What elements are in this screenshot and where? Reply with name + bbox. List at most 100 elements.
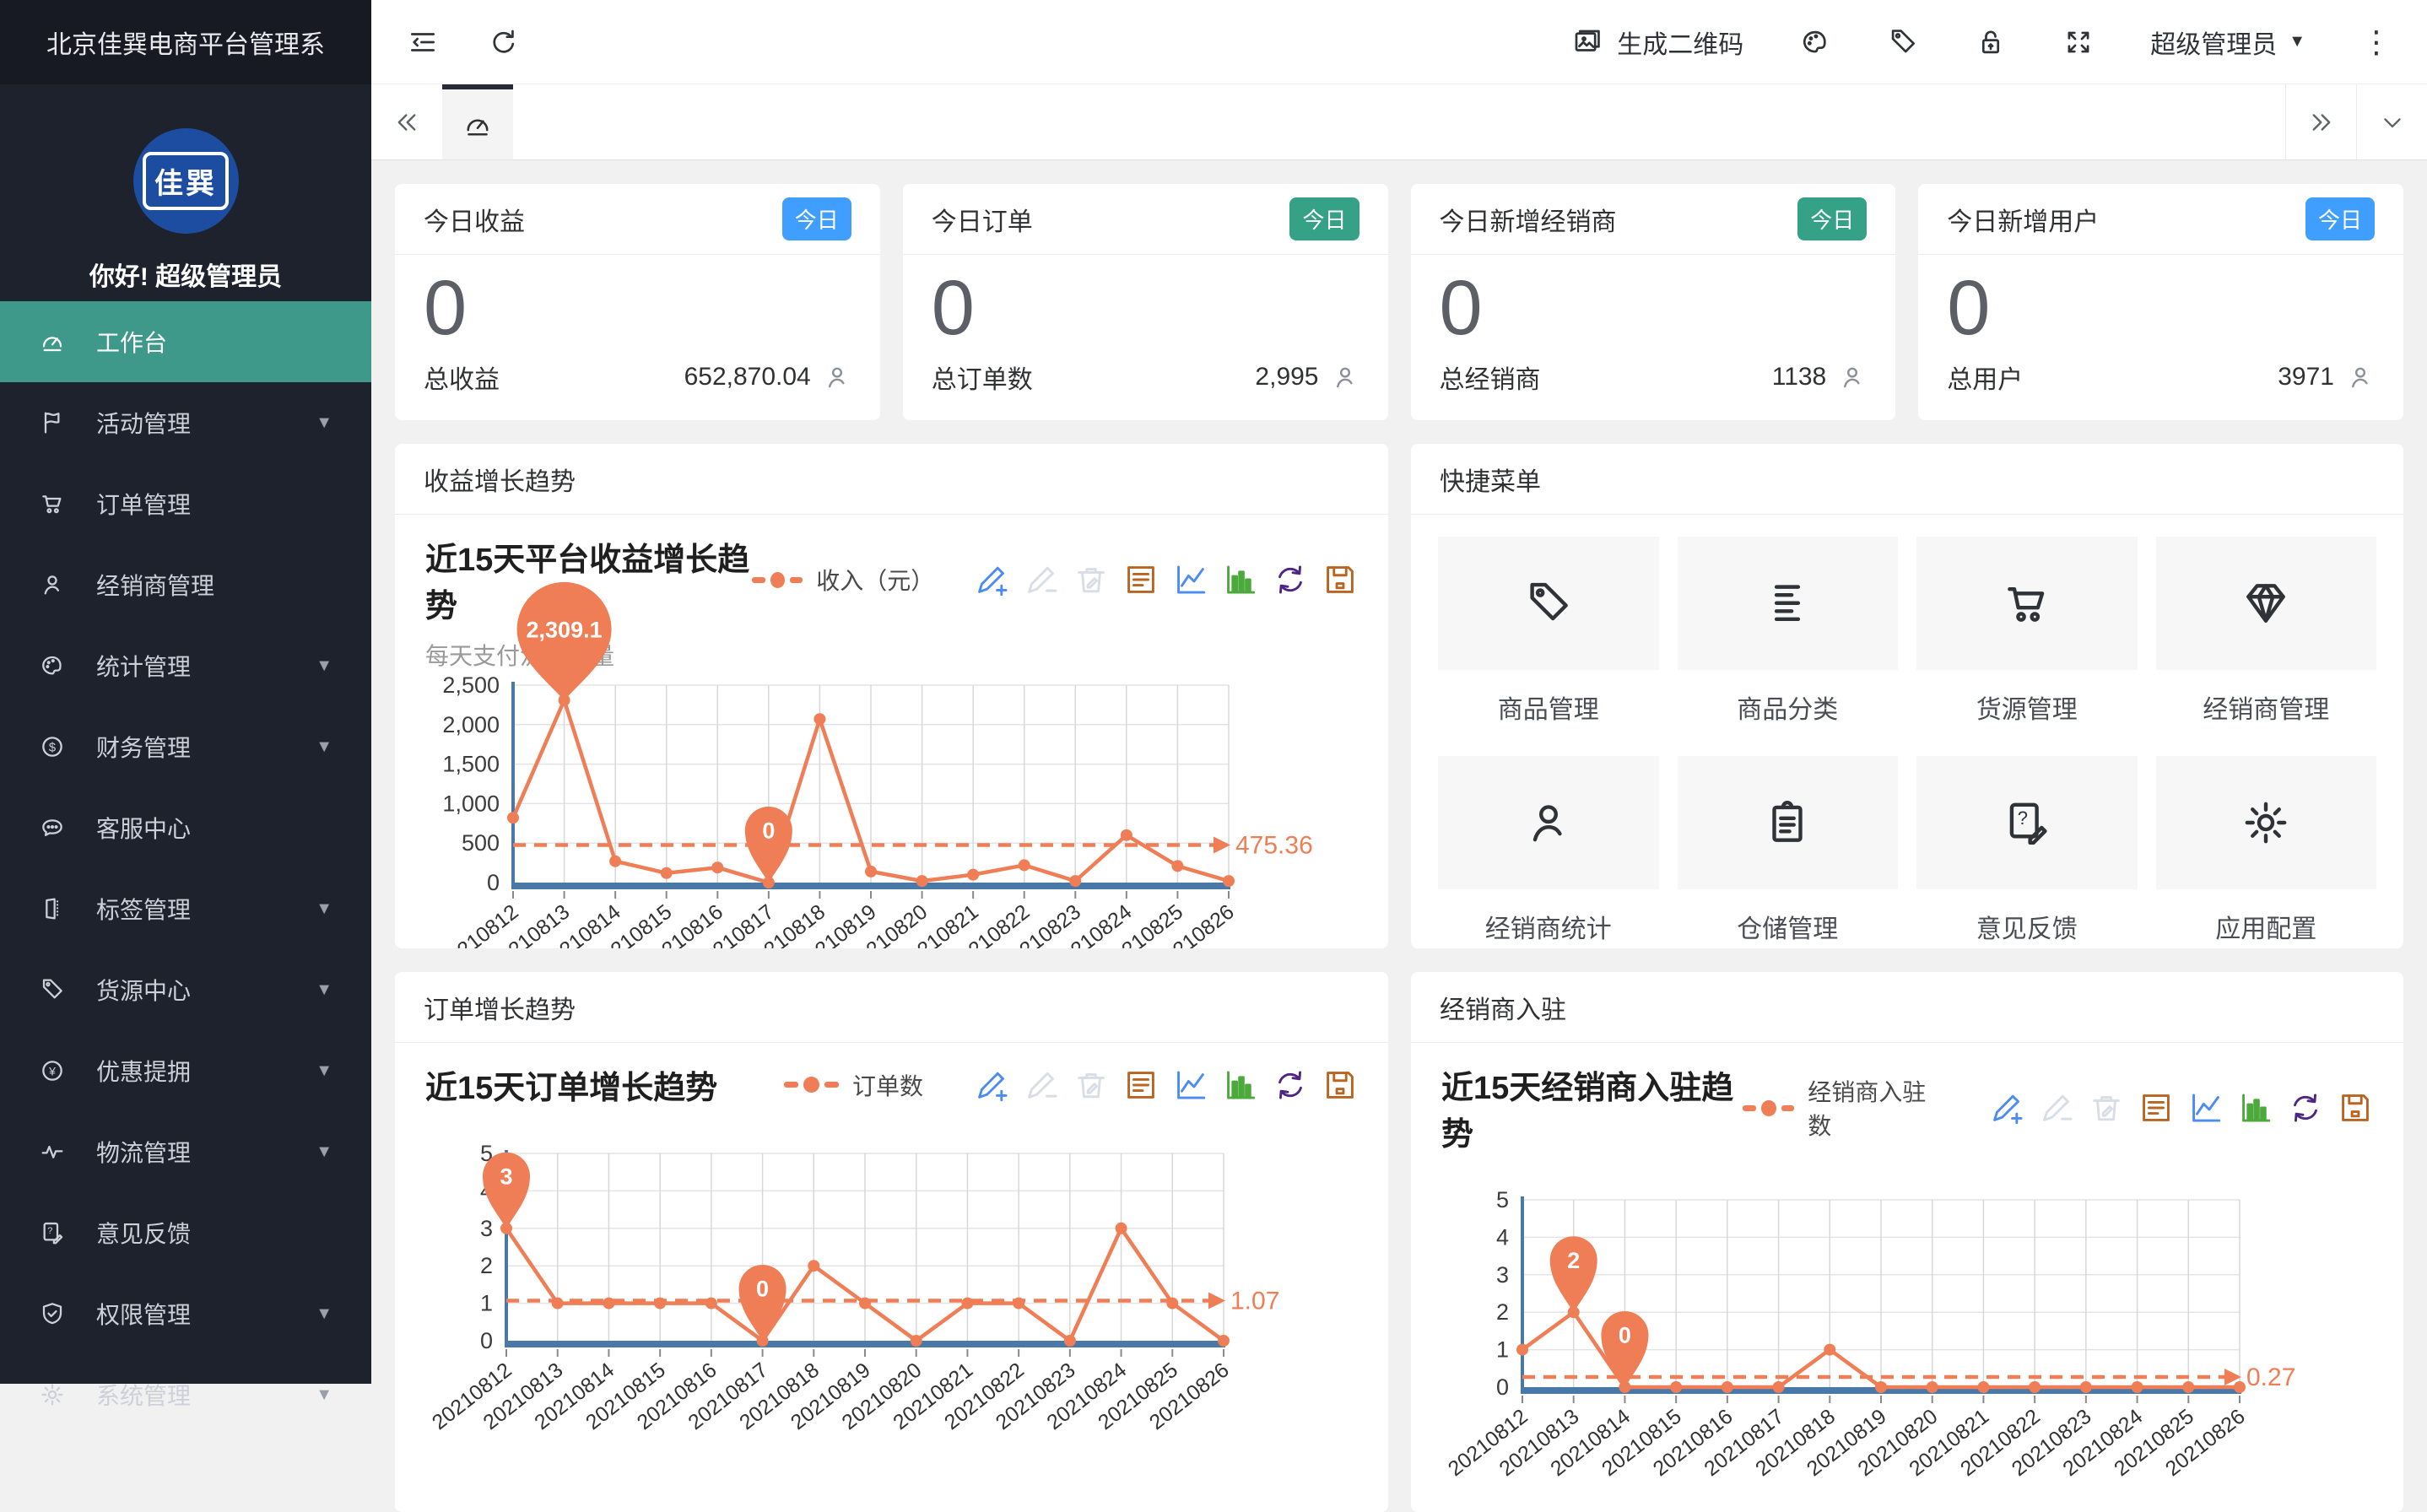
tag-icon[interactable] — [1887, 26, 1919, 58]
qrcode-image-icon — [1571, 26, 1603, 58]
trash-tool-icon[interactable] — [1073, 1067, 1109, 1103]
quick-menu-商品分类[interactable]: 商品分类 — [1678, 537, 1899, 726]
sidebar-item-订单管理[interactable]: 订单管理 — [0, 463, 371, 544]
sidebar-item-客服中心[interactable]: 客服中心 — [0, 787, 371, 868]
svg-text:2,500: 2,500 — [442, 672, 500, 698]
sidebar-item-活动管理[interactable]: 活动管理▼ — [0, 382, 371, 463]
restore-tool-icon[interactable] — [2288, 1090, 2323, 1126]
fullscreen-icon[interactable] — [2062, 26, 2095, 58]
quick-menu-商品管理[interactable]: 商品管理 — [1438, 537, 1659, 726]
pencil-minus-tool-icon[interactable] — [2039, 1090, 2074, 1126]
data-view-tool-icon[interactable] — [1123, 1067, 1159, 1103]
sidebar-item-货源中心[interactable]: 货源中心▼ — [0, 949, 371, 1030]
more-options-icon[interactable]: ⋮ — [2361, 27, 2392, 57]
restore-tool-icon[interactable] — [1273, 562, 1308, 597]
sidebar-item-优惠提拥[interactable]: ¥优惠提拥▼ — [0, 1030, 371, 1111]
sidebar-item-label: 系统管理 — [96, 1378, 191, 1412]
stat-card-value: 0 — [424, 260, 851, 357]
quick-menu-应用配置[interactable]: 应用配置 — [2156, 756, 2377, 945]
sidebar-item-权限管理[interactable]: 权限管理▼ — [0, 1273, 371, 1354]
bar-chart-tool-icon[interactable] — [2238, 1090, 2273, 1126]
dealers-legend[interactable]: 经销商入驻数 — [1743, 1074, 1938, 1142]
svg-text:0: 0 — [762, 818, 775, 844]
data-view-tool-icon[interactable] — [2138, 1090, 2174, 1126]
lock-icon[interactable] — [1975, 26, 2007, 58]
trash-tool-icon[interactable] — [2089, 1090, 2124, 1126]
svg-text:2: 2 — [1567, 1248, 1580, 1273]
caret-down-icon: ▼ — [2289, 32, 2305, 51]
line-chart-tool-icon[interactable] — [2188, 1090, 2224, 1126]
quick-menu-label: 意见反馈 — [1916, 908, 2138, 945]
sidebar-menu: 工作台活动管理▼ 订单管理经销商管理统计管理▼$财务管理▼ 客服中心标签管理▼货源中… — [0, 301, 371, 1435]
sidebar-item-财务管理[interactable]: $财务管理▼ — [0, 706, 371, 787]
dealers-line-chart[interactable]: 0123452021081220210813202108142021081520… — [1441, 1169, 2373, 1448]
sidebar-item-物流管理[interactable]: 物流管理▼ — [0, 1111, 371, 1192]
sidebar-item-label: 意见反馈 — [96, 1216, 191, 1250]
dealers-legend-label: 经销商入驻数 — [1808, 1074, 1938, 1142]
quick-menu-意见反馈[interactable]: ? 意见反馈 — [1916, 756, 2138, 945]
menu-fold-icon[interactable] — [407, 26, 439, 58]
sidebar-item-统计管理[interactable]: 统计管理▼ — [0, 625, 371, 706]
data-view-tool-icon[interactable] — [1123, 562, 1159, 597]
svg-text:?: ? — [47, 1226, 52, 1236]
tabs-scroll-right-icon[interactable] — [2285, 84, 2356, 159]
dashboard-icon — [39, 328, 66, 355]
person-icon — [39, 571, 66, 598]
theme-palette-icon[interactable] — [1799, 26, 1831, 58]
pencil-add-tool-icon[interactable] — [974, 1067, 1009, 1103]
pencil-minus-tool-icon[interactable] — [1024, 1067, 1059, 1103]
revenue-legend[interactable]: 收入（元） — [752, 563, 923, 597]
stat-cards-row: 今日收益 今日 0 总收益 652,870.04 今日订单 今日 0 总订单数 — [395, 184, 2403, 420]
stat-card-今日订单: 今日订单 今日 0 总订单数 2,995 — [903, 184, 1388, 420]
stat-card-今日新增用户: 今日新增用户 今日 0 总用户 3971 — [1918, 184, 2403, 420]
today-badge: 今日 — [782, 197, 851, 240]
chevron-down-icon: ▼ — [316, 1304, 332, 1324]
chevron-down-icon: ▼ — [316, 1061, 332, 1081]
sidebar-item-经销商管理[interactable]: 经销商管理 — [0, 544, 371, 625]
revenue-line-chart[interactable]: 05001,0001,5002,0002,5002021081220210813… — [425, 672, 1358, 948]
svg-text:1.07: 1.07 — [1230, 1287, 1279, 1315]
orders-line-chart[interactable]: 0123452021081220210813202108142021081520… — [425, 1123, 1358, 1401]
sidebar-item-意见反馈[interactable]: ? 意见反馈 — [0, 1192, 371, 1273]
feedback-icon: ? — [39, 1219, 66, 1246]
panel-orders-trend: 订单增长趋势 近15天订单增长趋势 订单数 012345202108122021… — [395, 972, 1388, 1512]
generate-qrcode-button[interactable]: 生成二维码 — [1571, 24, 1743, 61]
orders-legend[interactable]: 订单数 — [784, 1068, 923, 1102]
save-tool-icon[interactable] — [1322, 562, 1358, 597]
refresh-icon[interactable] — [488, 26, 520, 58]
sidebar-item-label: 订单管理 — [96, 487, 191, 521]
today-badge: 今日 — [1289, 197, 1359, 240]
quick-menu-经销商统计[interactable]: 经销商统计 — [1438, 756, 1659, 945]
sidebar-item-标签管理[interactable]: 标签管理▼ — [0, 868, 371, 949]
save-tool-icon[interactable] — [1322, 1067, 1358, 1103]
person-icon — [1331, 363, 1359, 392]
save-tool-icon[interactable] — [2338, 1090, 2373, 1126]
trash-tool-icon[interactable] — [1073, 562, 1109, 597]
quick-menu-货源管理[interactable]: 货源管理 — [1916, 537, 2138, 726]
restore-tool-icon[interactable] — [1273, 1067, 1308, 1103]
quick-menu-经销商管理[interactable]: 经销商管理 — [2156, 537, 2377, 726]
quick-menu-仓储管理[interactable]: 仓储管理 — [1678, 756, 1899, 945]
legend-symbol — [790, 577, 803, 583]
sidebar-item-label: 客服中心 — [96, 811, 191, 845]
tabs-scroll-left-icon[interactable] — [371, 84, 442, 159]
svg-text:3: 3 — [500, 1164, 512, 1190]
sidebar-item-系统管理[interactable]: 系统管理▼ — [0, 1354, 371, 1435]
line-chart-tool-icon[interactable] — [1173, 562, 1208, 597]
quick-menu-label: 货源管理 — [1916, 688, 2138, 726]
chevron-down-icon: ▼ — [316, 656, 332, 676]
pencil-add-tool-icon[interactable] — [1989, 1090, 2024, 1126]
pencil-add-tool-icon[interactable] — [974, 562, 1009, 597]
user-menu[interactable]: 超级管理员 ▼ — [2150, 24, 2305, 61]
pencil-minus-tool-icon[interactable] — [1024, 562, 1059, 597]
bar-chart-tool-icon[interactable] — [1223, 1067, 1258, 1103]
tab-dashboard[interactable] — [442, 84, 513, 159]
sidebar-item-工作台[interactable]: 工作台 — [0, 301, 371, 382]
bar-chart-tool-icon[interactable] — [1223, 562, 1258, 597]
svg-text:2: 2 — [1496, 1299, 1509, 1325]
legend-symbol — [784, 1082, 798, 1088]
line-chart-tool-icon[interactable] — [1173, 1067, 1208, 1103]
legend-symbol — [752, 577, 765, 583]
tabs-dropdown-icon[interactable] — [2356, 84, 2427, 159]
chevron-down-icon: ▼ — [316, 980, 332, 1000]
